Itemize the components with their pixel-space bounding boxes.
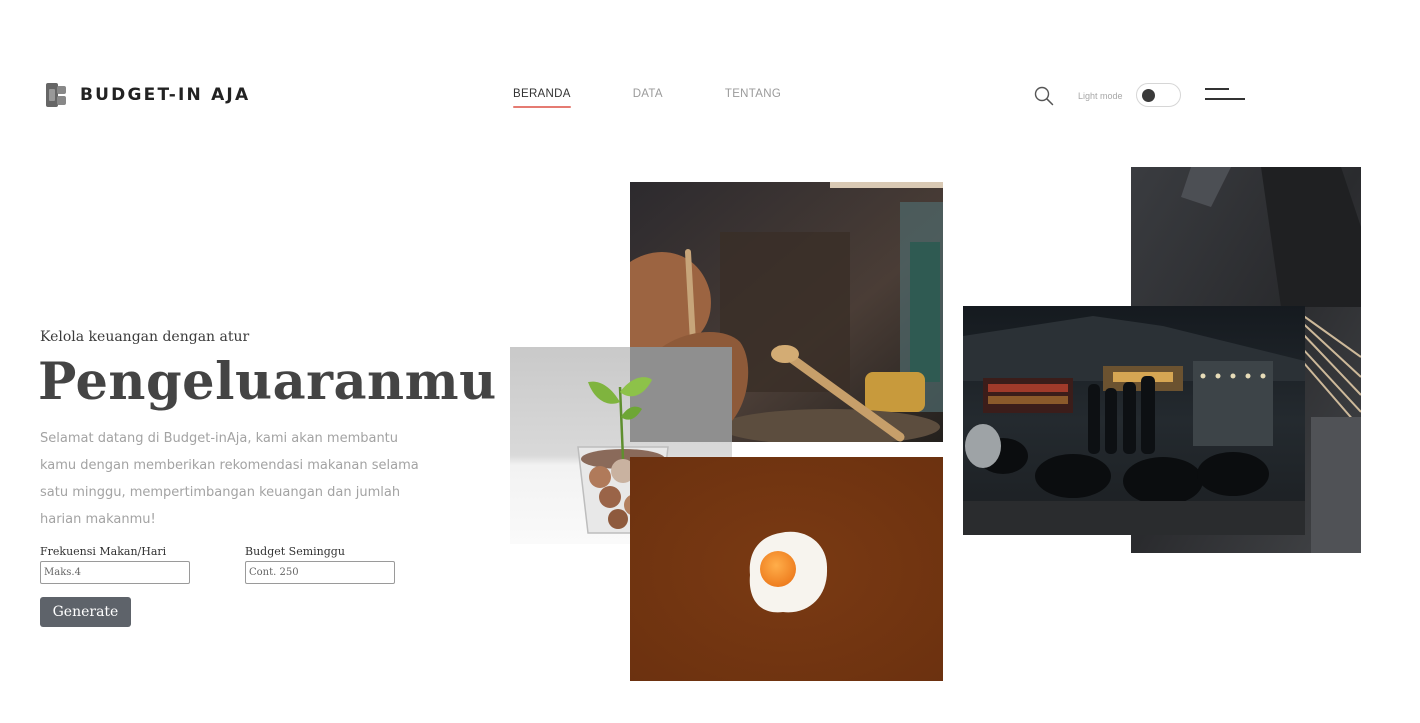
generate-button[interactable]: Generate <box>40 597 131 627</box>
frequency-input[interactable] <box>40 561 190 584</box>
hero-subtitle: Kelola keuangan dengan atur <box>40 329 250 345</box>
toggle-knob <box>1142 89 1155 102</box>
hamburger-menu-icon[interactable] <box>1205 88 1245 102</box>
light-mode-toggle[interactable] <box>1136 83 1181 107</box>
budget-field: Budget Seminggu <box>245 545 395 584</box>
hero-title: Pengeluaranmu <box>38 352 497 412</box>
logo-text: BUDGET-IN AJA <box>80 85 251 105</box>
light-mode-label: Light mode <box>1078 91 1123 101</box>
nav-item-tentang[interactable]: TENTANG <box>725 88 781 106</box>
fried-egg-photo <box>630 457 943 681</box>
nav-item-beranda[interactable]: BERANDA <box>513 88 571 108</box>
budget-label: Budget Seminggu <box>245 545 345 558</box>
frequency-field: Frekuensi Makan/Hari <box>40 545 190 584</box>
frequency-label: Frekuensi Makan/Hari <box>40 545 167 558</box>
logo[interactable]: BUDGET-IN AJA <box>46 83 250 107</box>
budget-logo-icon <box>46 83 66 107</box>
search-icon[interactable] <box>1034 86 1054 106</box>
nav-item-data[interactable]: DATA <box>633 88 663 106</box>
night-market-photo <box>963 306 1305 535</box>
budget-input[interactable] <box>245 561 395 584</box>
main-nav: BERANDA DATA TENTANG <box>513 88 843 108</box>
hero-description: Selamat datang di Budget-inAja, kami aka… <box>40 431 419 527</box>
